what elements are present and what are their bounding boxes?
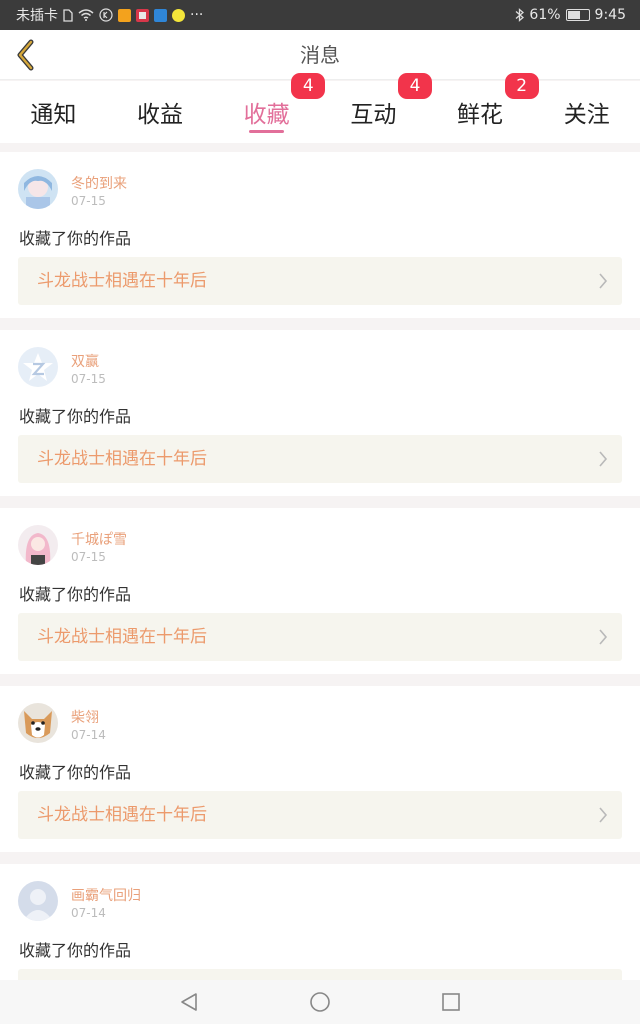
app-header: 消息 [0,30,640,80]
action-text: 收藏了你的作品 [19,941,132,960]
carrier-text: 未插卡 [16,8,58,24]
tab-favorites[interactable]: 收藏 4 [213,73,326,143]
work-link[interactable]: 斗龙战士相遇在十年后 [18,435,622,483]
user-name[interactable]: 冬的到来 [71,173,127,193]
tab-interactions[interactable]: 互动 4 [320,73,433,143]
status-bar: 未插卡 ··· 61% 9:45 [0,0,640,30]
active-tab-indicator [249,130,285,133]
work-link[interactable]: 斗龙战士相遇在十年后 [18,791,622,839]
square-recents-icon[interactable] [441,992,461,1012]
action-text: 收藏了你的作品 [19,229,132,248]
tab-label: 收益 [137,102,183,128]
work-link[interactable]: 斗龙战士相遇在十年后 [18,257,622,305]
tab-follows[interactable]: 关注 [533,81,640,143]
k-circle-icon [99,8,113,22]
message-tabs: 通知 收益 收藏 4 互动 4 鲜花 2 关注 [0,73,640,143]
item-date: 07-14 [71,728,106,742]
tab-label: 收藏 [243,102,290,128]
avatar[interactable] [18,169,58,209]
action-text: 收藏了你的作品 [19,763,132,782]
wifi-icon [78,9,94,21]
avatar[interactable] [18,881,58,921]
item-date: 07-15 [71,372,106,386]
item-date: 07-15 [71,194,106,208]
user-name[interactable]: 柴翎 [71,707,99,727]
tab-label: 互动 [350,102,397,128]
avatar[interactable] [18,525,58,565]
user-name[interactable]: 千城ぽ雪 [71,529,127,549]
tab-notifications[interactable]: 通知 [0,81,107,143]
item-date: 07-14 [71,906,106,920]
system-nav-bar [0,980,640,1024]
work-title: 斗龙战士相遇在十年后 [37,627,207,647]
favorites-list: 冬的到来 07-15 收藏了你的作品 斗龙战士相遇在十年后 双赢 07-15 收… [0,152,640,1024]
list-item: 千城ぽ雪 07-15 收藏了你的作品 斗龙战士相遇在十年后 [0,508,640,674]
action-text: 收藏了你的作品 [19,585,132,604]
status-left: 未插卡 ··· [16,5,203,25]
work-link[interactable]: 斗龙战士相遇在十年后 [18,613,622,661]
list-item: 冬的到来 07-15 收藏了你的作品 斗龙战士相遇在十年后 [0,152,640,318]
chevron-right-icon [599,273,608,289]
app-notification-icon-2 [136,8,149,22]
avatar[interactable] [18,703,58,743]
action-text: 收藏了你的作品 [19,407,132,426]
tab-label: 关注 [563,102,610,128]
tab-label: 通知 [30,102,77,128]
battery-percent: 61% [529,7,561,23]
chevron-right-icon [599,629,608,645]
chevron-right-icon [599,807,608,823]
bluetooth-icon [515,8,525,22]
tab-label: 鲜花 [457,102,504,128]
circle-home-icon[interactable] [309,991,331,1013]
clock: 9:45 [594,7,626,23]
app-notification-icon-4 [172,8,185,22]
avatar[interactable] [18,347,58,387]
status-right: 61% 9:45 [515,7,626,23]
page-title: 消息 [300,43,340,67]
sim-icon [63,8,73,22]
list-item: 柴翎 07-14 收藏了你的作品 斗龙战士相遇在十年后 [0,686,640,852]
tab-flowers[interactable]: 鲜花 2 [427,73,539,143]
item-date: 07-15 [71,550,106,564]
user-name[interactable]: 双赢 [71,351,99,371]
work-title: 斗龙战士相遇在十年后 [37,805,207,825]
list-item: 双赢 07-15 收藏了你的作品 斗龙战士相遇在十年后 [0,330,640,496]
app-notification-icon-1 [118,8,131,22]
more-notifications: ··· [190,7,204,23]
chevron-right-icon [599,451,608,467]
user-name[interactable]: 画霸气回归 [71,885,141,905]
triangle-back-icon[interactable] [179,992,199,1012]
work-title: 斗龙战士相遇在十年后 [37,271,207,291]
battery-icon [565,9,590,21]
tab-earnings[interactable]: 收益 [107,81,214,143]
app-notification-icon-3 [154,8,167,22]
work-title: 斗龙战士相遇在十年后 [37,449,207,469]
